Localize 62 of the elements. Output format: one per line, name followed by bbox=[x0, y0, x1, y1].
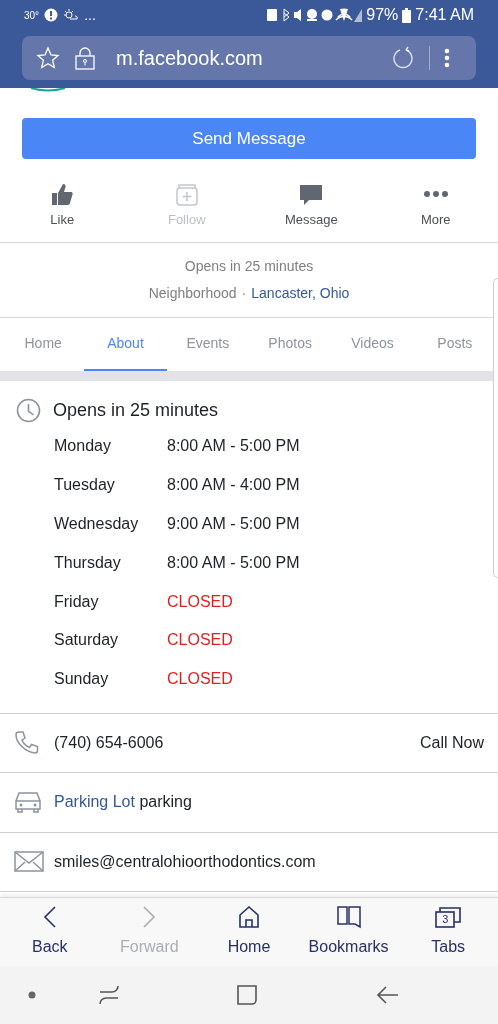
tabs-button[interactable]: 3 Tabs bbox=[398, 898, 498, 966]
parking-lot-link[interactable]: Parking Lot bbox=[54, 793, 135, 811]
day-label: Wednesday bbox=[54, 514, 140, 534]
parking-text: Parking Lot parking bbox=[54, 792, 192, 813]
category-text: Neighborhood bbox=[148, 284, 237, 303]
hours-title: Opens in 25 minutes bbox=[53, 398, 219, 422]
tabs-icon bbox=[435, 905, 462, 929]
chevron-left-icon bbox=[42, 905, 57, 929]
hours-text: CLOSED bbox=[167, 630, 233, 651]
menu-icon[interactable] bbox=[444, 48, 450, 68]
message-button[interactable]: Message bbox=[249, 170, 374, 242]
hours-text: CLOSED bbox=[167, 591, 233, 612]
chevron-right-icon bbox=[142, 905, 157, 929]
notification-overflow: ... bbox=[84, 5, 96, 25]
clock-icon bbox=[16, 397, 41, 423]
alert-icon bbox=[44, 8, 59, 22]
phone-text: (740) 654-6006 bbox=[54, 732, 164, 753]
temperature: 30° bbox=[24, 8, 40, 23]
like-button[interactable]: Like bbox=[0, 170, 125, 242]
separator-dot: · bbox=[241, 284, 247, 303]
day-label: Monday bbox=[54, 436, 112, 457]
star-icon bbox=[36, 46, 60, 70]
address-bar[interactable]: m.facebook.com bbox=[22, 36, 476, 80]
reload-icon[interactable] bbox=[391, 46, 415, 70]
hours-text: CLOSED bbox=[167, 669, 233, 690]
hours-text: 8:00 AM - 5:00 PM bbox=[167, 436, 300, 457]
tab-count: 3 bbox=[441, 912, 450, 927]
battery-icon bbox=[402, 7, 412, 23]
location-link[interactable]: Lancaster, Ohio bbox=[251, 283, 350, 304]
email-text: smiles@centralohioorthodontics.com bbox=[54, 851, 316, 872]
hours-text: 9:00 AM - 5:00 PM bbox=[167, 514, 300, 534]
day-label: Tuesday bbox=[54, 475, 116, 496]
hours-text: 8:00 AM - 5:00 PM bbox=[167, 552, 300, 573]
speech-bubble-icon bbox=[299, 182, 324, 207]
recent-apps-icon[interactable] bbox=[98, 984, 120, 1006]
dot-icon[interactable] bbox=[28, 991, 36, 999]
lock-icon bbox=[74, 46, 96, 70]
day-label: Saturday bbox=[54, 630, 120, 651]
book-icon bbox=[335, 905, 362, 929]
weather-icon bbox=[63, 8, 80, 22]
call-now-button[interactable]: Call Now bbox=[420, 730, 484, 755]
back-arrow-icon[interactable] bbox=[376, 985, 400, 1005]
day-label: Friday bbox=[54, 591, 100, 612]
home-button[interactable]: Home bbox=[199, 898, 299, 966]
envelope-icon bbox=[14, 848, 44, 875]
day-label: Sunday bbox=[54, 669, 110, 690]
home-icon bbox=[237, 905, 261, 929]
battery-level: 97% bbox=[366, 5, 399, 25]
logo-fragment-icon bbox=[30, 88, 66, 92]
hours-text: 8:00 AM - 4:00 PM bbox=[167, 475, 300, 496]
clock-time: 7:41 AM bbox=[415, 5, 474, 25]
more-icon bbox=[423, 191, 448, 198]
back-button[interactable]: Back bbox=[0, 898, 100, 966]
day-label: Thursday bbox=[54, 552, 122, 573]
thumbs-up-icon bbox=[50, 182, 75, 207]
url-text: m.facebook.com bbox=[116, 46, 263, 71]
open-status-text: Opens in 25 minutes bbox=[184, 257, 314, 276]
home-button-icon[interactable] bbox=[236, 984, 258, 1006]
bookmarks-button[interactable]: Bookmarks bbox=[298, 898, 399, 966]
car-icon bbox=[14, 789, 44, 816]
more-button[interactable]: More bbox=[373, 170, 498, 242]
follow-icon bbox=[174, 182, 199, 207]
